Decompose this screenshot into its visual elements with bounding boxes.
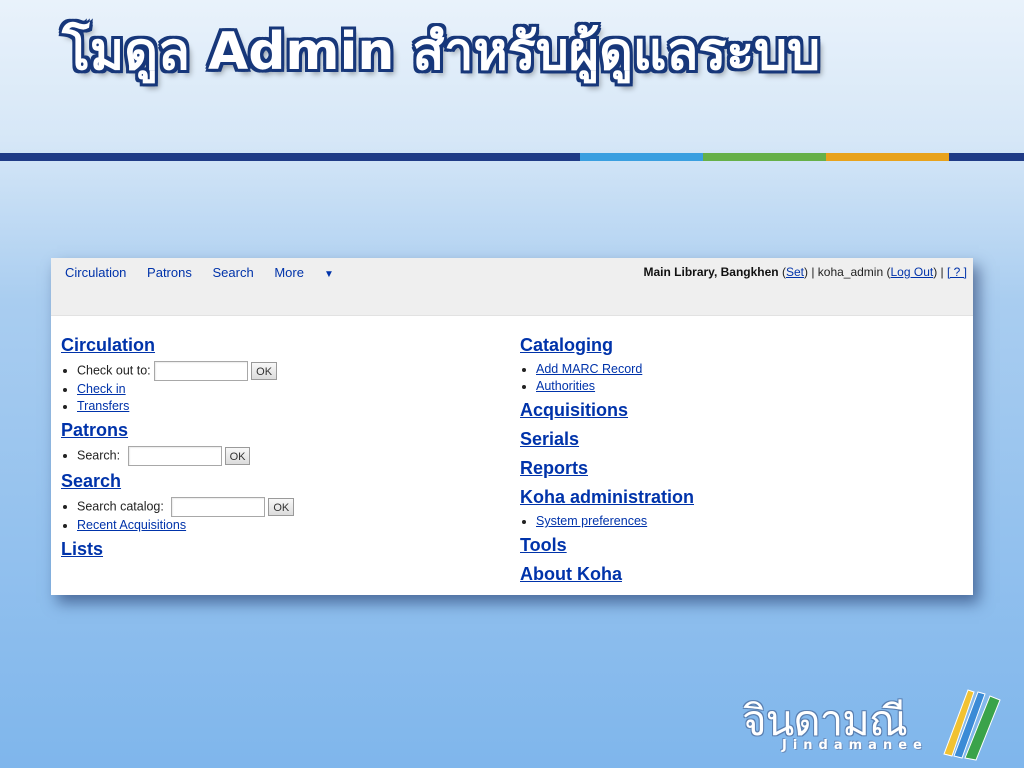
authorities-link[interactable]: Authorities — [536, 379, 595, 393]
check-in-link[interactable]: Check in — [77, 382, 126, 396]
administration-list: System preferences — [520, 513, 960, 530]
nav-circulation[interactable]: Circulation — [65, 265, 126, 280]
koha-top-bar: Circulation Patrons Search More ▼ Main Li… — [51, 258, 973, 316]
nav-more-label: More — [274, 265, 304, 280]
heading-about-koha[interactable]: About Koha — [520, 563, 960, 585]
patron-search-input[interactable] — [127, 446, 222, 466]
nav-more[interactable]: More ▼ — [274, 265, 351, 280]
search-list: Search catalog: OK Recent Acquisitions — [61, 497, 501, 534]
list-item: Search: OK — [77, 446, 501, 466]
add-marc-record-link[interactable]: Add MARC Record — [536, 362, 642, 376]
main-nav: Circulation Patrons Search More ▼ — [65, 265, 368, 280]
username: koha_admin — [817, 265, 884, 279]
catalog-search-ok-button[interactable]: OK — [268, 498, 295, 516]
list-item: Transfers — [77, 398, 501, 415]
system-preferences-link[interactable]: System preferences — [536, 514, 647, 528]
circulation-list: Check out to: OK Check in Transfers — [61, 361, 501, 415]
jindamanee-logo: จินดามณี Jindamanee — [742, 682, 1004, 762]
heading-acquisitions[interactable]: Acquisitions — [520, 399, 960, 421]
heading-search[interactable]: Search — [61, 470, 501, 492]
list-item: Check in — [77, 381, 501, 398]
koha-screenshot: Circulation Patrons Search More ▼ Main Li… — [51, 258, 973, 595]
cataloging-list: Add MARC Record Authorities — [520, 361, 960, 395]
heading-lists[interactable]: Lists — [61, 538, 501, 560]
transfers-link[interactable]: Transfers — [77, 399, 129, 413]
list-item: Recent Acquisitions — [77, 517, 501, 534]
catalog-search-input[interactable] — [171, 497, 266, 517]
divider-segment-blue — [580, 153, 703, 161]
logo-latin-text: Jindamanee — [782, 738, 928, 753]
nav-patrons[interactable]: Patrons — [147, 265, 192, 280]
checkout-label: Check out to: — [77, 363, 151, 378]
divider-segment-green — [703, 153, 826, 161]
list-item: Add MARC Record — [536, 361, 960, 378]
heading-koha-administration[interactable]: Koha administration — [520, 486, 960, 508]
heading-cataloging[interactable]: Cataloging — [520, 334, 960, 356]
logout-link[interactable]: Log Out — [891, 265, 934, 279]
catalog-search-label: Search catalog: — [77, 499, 164, 514]
left-column: Circulation Check out to: OK Check in Tr… — [61, 334, 501, 560]
checkout-ok-button[interactable]: OK — [251, 362, 278, 380]
heading-tools[interactable]: Tools — [520, 534, 960, 556]
heading-patrons[interactable]: Patrons — [61, 419, 501, 441]
nav-search[interactable]: Search — [212, 265, 253, 280]
dropdown-arrow-icon: ▼ — [323, 269, 334, 280]
help-link[interactable]: [ ? ] — [947, 265, 967, 279]
list-item: Check out to: OK — [77, 361, 501, 381]
slide-title: โมดูล Admin สำหรับผู้ดูแลระบบ — [62, 22, 821, 82]
book-pages-icon — [943, 689, 1001, 761]
set-branch-link[interactable]: Set — [786, 265, 804, 279]
heading-circulation[interactable]: Circulation — [61, 334, 501, 356]
patrons-list: Search: OK — [61, 446, 501, 466]
heading-reports[interactable]: Reports — [520, 457, 960, 479]
patron-search-label: Search: — [77, 448, 121, 463]
list-item: Authorities — [536, 378, 960, 395]
list-item: Search catalog: OK — [77, 497, 501, 517]
divider-segment-orange — [826, 153, 949, 161]
recent-acquisitions-link[interactable]: Recent Acquisitions — [77, 518, 186, 532]
branch-name: Main Library, Bangkhen — [643, 265, 779, 279]
checkout-input[interactable] — [154, 361, 249, 381]
heading-serials[interactable]: Serials — [520, 428, 960, 450]
user-bar: Main Library, Bangkhen (Set) | koha_admi… — [643, 265, 967, 279]
list-item: System preferences — [536, 513, 960, 530]
patron-search-ok-button[interactable]: OK — [224, 447, 251, 465]
right-column: Cataloging Add MARC Record Authorities A… — [520, 334, 960, 585]
